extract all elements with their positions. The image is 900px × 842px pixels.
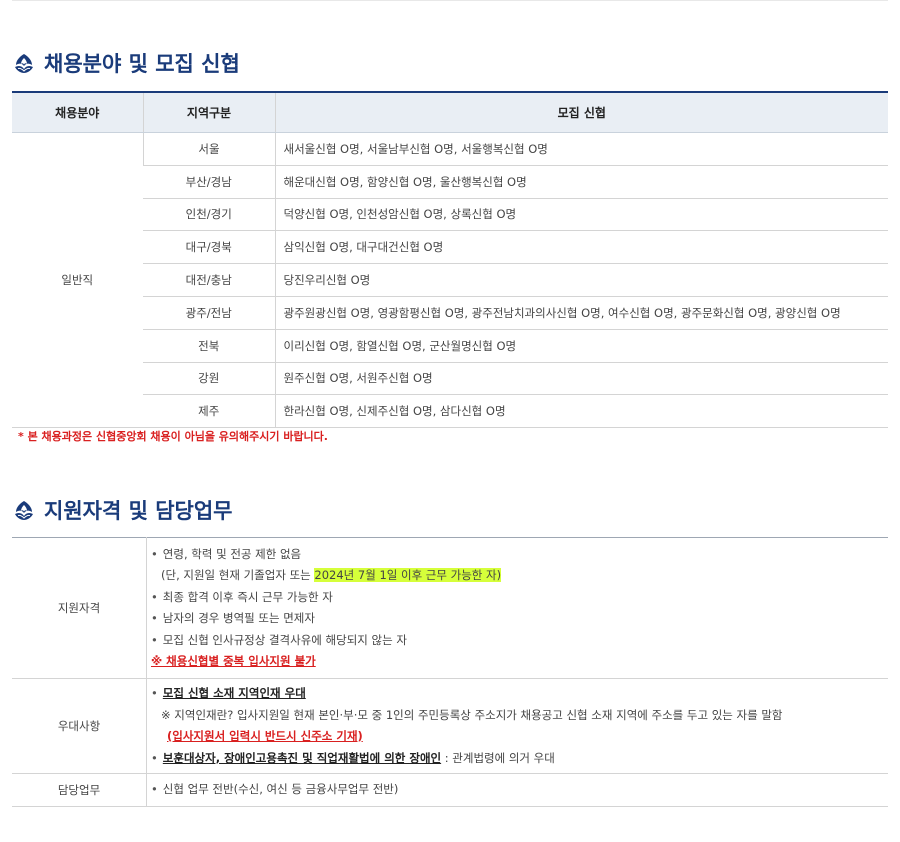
preference-item: 모집 신협 소재 지역인재 우대 xyxy=(162,686,306,700)
qualification-item: 남자의 경우 병역필 또는 면제자 xyxy=(151,608,888,630)
duplicate-application-warning: ※ 채용신협별 중복 입사지원 불가 xyxy=(151,654,316,668)
qualifications-table: 지원자격 연령, 학력 및 전공 제한 없음 (단, 지원일 현재 기졸업자 또… xyxy=(12,537,888,807)
branches-cell: 새서울신협 O명, 서울남부신협 O명, 서울행복신협 O명 xyxy=(274,132,888,166)
qualification-item: 모집 신협 인사규정상 결격사유에 해당되지 않는 자 xyxy=(151,630,888,652)
qualification-item: 연령, 학력 및 전공 제한 없음 xyxy=(151,544,888,566)
branches-cell: 덕양신협 O명, 인천성암신협 O명, 상록신협 O명 xyxy=(274,198,888,232)
region-cell: 제주 xyxy=(143,394,275,429)
shinhyup-logo-icon xyxy=(15,54,33,73)
branches-cell: 원주신협 O명, 서원주신협 O명 xyxy=(274,362,888,396)
top-divider xyxy=(12,0,888,1)
table-row: 일반직 서울 새서울신협 O명, 서울남부신협 O명, 서울행복신협 O명 xyxy=(12,132,888,429)
region-cell: 대전/충남 xyxy=(143,263,275,297)
qualification-label: 지원자격 xyxy=(12,537,147,679)
table-row: 제주 한라신협 O명, 신제주신협 O명, 삼다신협 O명 xyxy=(12,394,888,429)
table-row-qualification: 지원자격 연령, 학력 및 전공 제한 없음 (단, 지원일 현재 기졸업자 또… xyxy=(12,537,888,679)
region-cell: 대구/경북 xyxy=(143,230,275,265)
table-row-duties: 담당업무 신협 업무 전반(수신, 여신 등 금융사무업무 전반) xyxy=(12,773,888,807)
region-cell: 전북 xyxy=(143,329,275,363)
section-title-text: 채용분야 및 모집 신협 xyxy=(44,52,240,76)
header-branches: 모집 신협 xyxy=(274,91,888,133)
table-row: 강원 원주신협 O명, 서원주신협 O명 xyxy=(12,362,888,396)
category-cell: 일반직 xyxy=(12,132,143,429)
header-region: 지역구분 xyxy=(142,91,275,133)
region-cell: 광주/전남 xyxy=(143,296,275,330)
preference-label: 우대사항 xyxy=(12,678,147,774)
recruitment-table: 채용분야 지역구분 모집 신협 일반직 서울 새서울신협 O명, 서울남부신협 … xyxy=(12,91,888,429)
table-row: 전북 이리신협 O명, 함열신협 O명, 군산월명신협 O명 xyxy=(12,329,888,363)
table-row-preference: 우대사항 모집 신협 소재 지역인재 우대 ※ 지역인재란? 입사지원일 현재 … xyxy=(12,678,888,774)
address-notice: (입사지원서 입력시 반드시 신주소 기재) xyxy=(167,729,363,743)
preference-definition: ※ 지역인재란? 입사지원일 현재 본인·부·모 중 1인의 주민등록상 주소지… xyxy=(161,707,783,722)
qualification-content: 연령, 학력 및 전공 제한 없음 (단, 지원일 현재 기졸업자 또는 202… xyxy=(146,537,888,679)
qualification-item-note: (단, 지원일 현재 기졸업자 또는 2024년 7월 1일 이후 근무 가능한… xyxy=(151,565,888,587)
branches-cell: 한라신협 O명, 신제주신협 O명, 삼다신협 O명 xyxy=(274,394,888,429)
shinhyup-logo-icon xyxy=(15,501,33,520)
branches-cell: 삼익신협 O명, 대구대건신협 O명 xyxy=(274,230,888,265)
duties-item: 신협 업무 전반(수신, 여신 등 금융사무업무 전반) xyxy=(151,779,888,801)
preference-content: 모집 신협 소재 지역인재 우대 ※ 지역인재란? 입사지원일 현재 본인·부·… xyxy=(146,678,888,774)
region-cell: 인천/경기 xyxy=(143,198,275,232)
region-cell: 부산/경남 xyxy=(143,165,275,199)
branches-cell: 광주원광신협 O명, 영광함평신협 O명, 광주전남치과의사신협 O명, 여수신… xyxy=(274,296,888,330)
section-title-recruitment: 채용분야 및 모집 신협 xyxy=(12,48,240,78)
table-row: 인천/경기 덕양신협 O명, 인천성암신협 O명, 상록신협 O명 xyxy=(12,198,888,232)
section-title-qualifications: 지원자격 및 담당업무 xyxy=(12,495,233,525)
header-category: 채용분야 xyxy=(12,91,143,133)
branches-cell: 해운대신협 O명, 함양신협 O명, 울산행복신협 O명 xyxy=(274,165,888,199)
qualification-item: 최종 합격 이후 즉시 근무 가능한 자 xyxy=(151,587,888,609)
duties-content: 신협 업무 전반(수신, 여신 등 금융사무업무 전반) xyxy=(146,773,888,807)
highlighted-date: 2024년 7월 1일 이후 근무 가능한 자) xyxy=(314,568,502,582)
section-title-text: 지원자격 및 담당업무 xyxy=(44,499,233,523)
table-header-row: 채용분야 지역구분 모집 신협 xyxy=(12,91,888,133)
qualification-note-prefix: (단, 지원일 현재 기졸업자 또는 xyxy=(161,568,315,582)
branches-cell: 이리신협 O명, 함열신협 O명, 군산월명신협 O명 xyxy=(274,329,888,363)
preference-item-rest: : 관계법령에 의거 우대 xyxy=(441,750,555,765)
table-row: 광주/전남 광주원광신협 O명, 영광함평신협 O명, 광주전남치과의사신협 O… xyxy=(12,296,888,330)
duties-label: 담당업무 xyxy=(12,773,147,807)
region-cell: 서울 xyxy=(142,132,275,166)
table-row: 부산/경남 해운대신협 O명, 함양신협 O명, 울산행복신협 O명 xyxy=(12,165,888,199)
table-row: 대전/충남 당진우리신협 O명 xyxy=(12,263,888,297)
recruitment-notice: * 본 채용과정은 신협중앙회 채용이 아님을 유의해주시기 바랍니다. xyxy=(18,430,328,443)
region-cell: 강원 xyxy=(143,362,275,396)
table-row: 대구/경북 삼익신협 O명, 대구대건신협 O명 xyxy=(12,230,888,265)
preference-item-bold: 보훈대상자, 장애인고용촉진 및 직업재활법에 의한 장애인 xyxy=(162,750,442,765)
branches-cell: 당진우리신협 O명 xyxy=(274,263,888,297)
